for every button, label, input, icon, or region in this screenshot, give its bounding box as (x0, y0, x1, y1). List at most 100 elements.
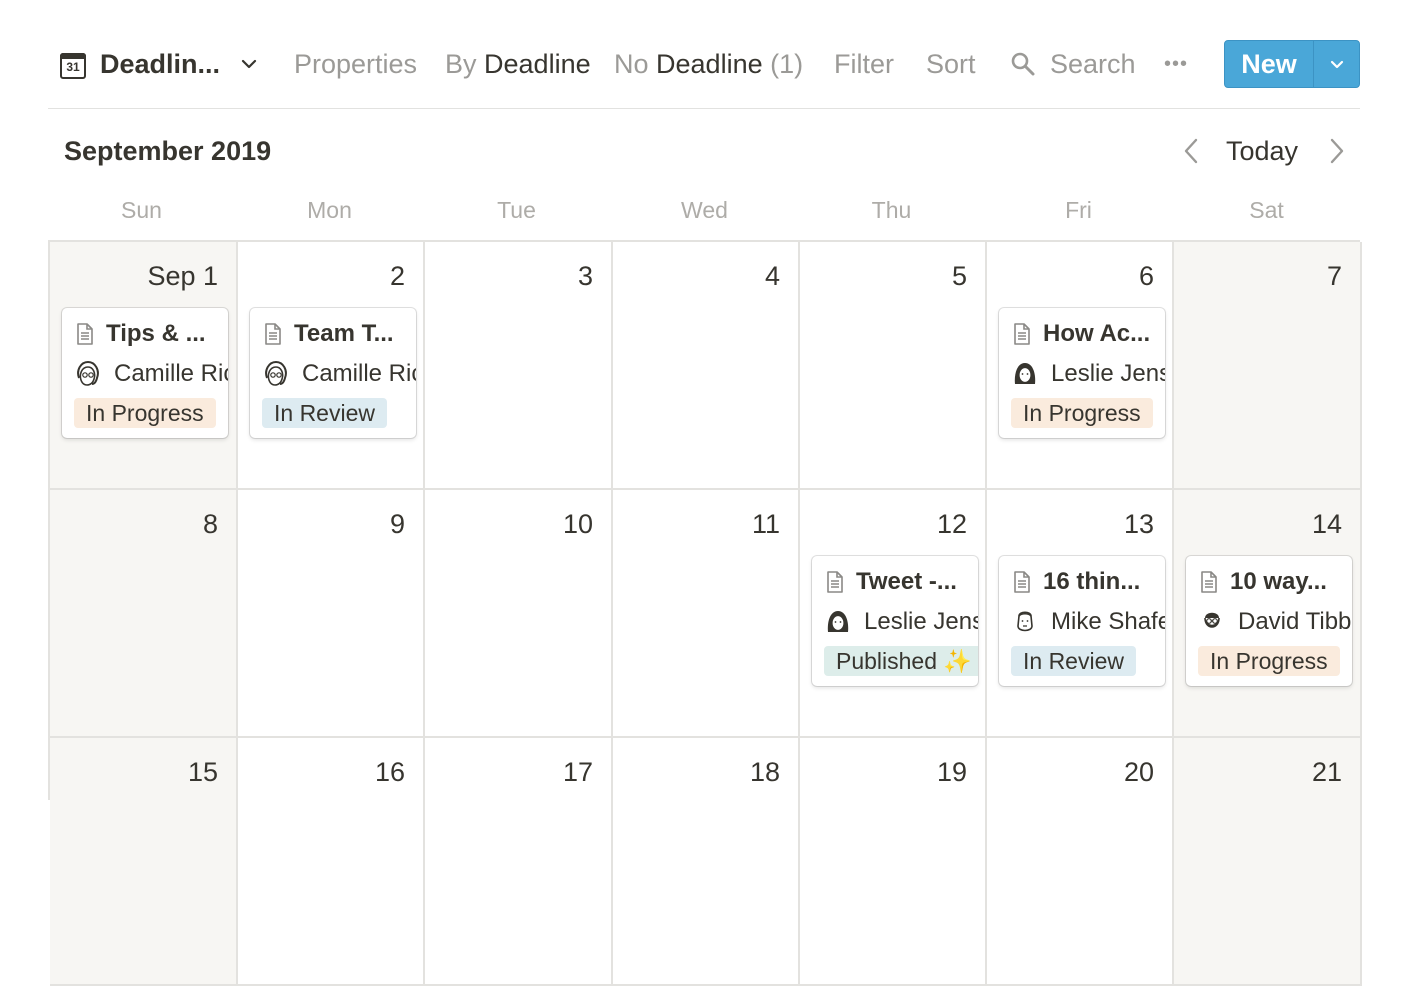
day-number: 14 (1311, 509, 1342, 539)
leslie-avatar (1014, 363, 1036, 384)
day-cell[interactable]: 14 10 way... David Tibbitts In Progress (1174, 490, 1362, 738)
status-badge: In Progress (74, 398, 216, 428)
status-badge: Published ✨ (824, 646, 978, 676)
day-cell[interactable]: 9 (238, 490, 425, 738)
no-deadline-button[interactable]: No Deadline (1) (614, 38, 803, 90)
more-options-button[interactable]: ••• (1164, 38, 1188, 90)
day-cell[interactable]: 12 Tweet -... Leslie Jensen Published ✨ (800, 490, 987, 738)
day-cell[interactable]: 5 (800, 242, 987, 490)
card-title: How Ac... (1043, 320, 1151, 347)
status-badge: In Review (1011, 646, 1136, 676)
search-label: Search (1050, 49, 1136, 79)
david-avatar (1204, 612, 1220, 628)
month-title: September 2019 (64, 136, 272, 166)
day-cell[interactable]: 13 16 thin... Mike Shafer In Review (987, 490, 1174, 738)
new-button-label[interactable]: New (1225, 41, 1313, 87)
calendar-grid: Sep 1 Tips & ... Camille Ricketts In Pro… (48, 240, 1362, 986)
calendar-card[interactable]: How Ac... Leslie Jensen In Progress (999, 308, 1165, 438)
status-badge: In Progress (1011, 398, 1153, 428)
camille-avatar (265, 360, 287, 386)
day-number: 18 (749, 757, 780, 787)
calendar-icon: 31 (60, 51, 86, 79)
search-icon (1011, 52, 1035, 76)
day-cell[interactable]: 8 (50, 490, 238, 738)
page-icon (1014, 323, 1030, 345)
day-number: 21 (1311, 757, 1342, 787)
day-number: 5 (951, 261, 967, 291)
weekday-header: Fri (1065, 197, 1092, 223)
day-number: 19 (936, 757, 967, 787)
weekday-header: Sun (121, 197, 162, 223)
day-cell[interactable]: Sep 1 Tips & ... Camille Ricketts In Pro… (50, 242, 238, 490)
calendar-card[interactable]: Team T... Camille Ricketts In Review (250, 308, 416, 438)
card-person: Leslie Jensen (864, 608, 978, 635)
day-cell[interactable]: 6 How Ac... Leslie Jensen In Progress (987, 242, 1174, 490)
weekday-header: Mon (307, 197, 352, 223)
day-cell[interactable]: 3 (425, 242, 613, 490)
day-cell[interactable]: 20 (987, 738, 1174, 986)
day-number: 2 (389, 261, 405, 291)
calendar-card[interactable]: Tweet -... Leslie Jensen Published ✨ (812, 556, 978, 686)
day-cell[interactable]: 18 (613, 738, 800, 986)
day-number: 11 (751, 509, 780, 539)
card-person: Leslie Jensen (1051, 360, 1165, 387)
toolbar-divider (48, 108, 1360, 109)
card-person: Camille Ricketts (302, 360, 416, 387)
card-title: Tweet -... (856, 568, 957, 595)
new-dropdown-button[interactable] (1314, 41, 1359, 87)
card-person: David Tibbitts (1238, 608, 1352, 635)
today-button[interactable]: Today (1226, 132, 1298, 170)
weekday-header: Tue (497, 197, 536, 223)
next-month-button[interactable] (1322, 132, 1352, 170)
properties-button[interactable]: Properties (294, 38, 417, 90)
by-deadline-button[interactable]: By Deadline (445, 38, 591, 90)
day-cell[interactable]: 4 (613, 242, 800, 490)
day-cell[interactable]: 11 (613, 490, 800, 738)
by-prefix: By (445, 49, 477, 79)
filter-button[interactable]: Filter (834, 38, 894, 90)
mike-avatar (1017, 611, 1033, 632)
day-number: 10 (562, 509, 593, 539)
status-badge: In Progress (1198, 646, 1340, 676)
weekday-header: Sat (1249, 197, 1284, 223)
by-value: Deadline (484, 49, 591, 79)
day-number: Sep 1 (147, 261, 218, 291)
day-cell[interactable]: 2 Team T... Camille Ricketts In Review (238, 242, 425, 490)
page-icon (77, 323, 93, 345)
day-number: 15 (187, 757, 218, 787)
day-number: 13 (1123, 509, 1154, 539)
day-cell[interactable]: 7 (1174, 242, 1362, 490)
chevron-right-icon (1330, 138, 1344, 164)
day-cell[interactable]: 15 (50, 738, 238, 986)
day-number: 8 (202, 509, 218, 539)
card-title: Team T... (294, 320, 394, 347)
card-title: 10 way... (1230, 568, 1327, 595)
search-button[interactable]: Search (1010, 38, 1136, 90)
view-selector[interactable]: 31 Deadlin... (60, 38, 258, 90)
day-number: 12 (936, 509, 967, 539)
camille-avatar (77, 360, 99, 386)
card-title: Tips & ... (106, 320, 206, 347)
sort-button[interactable]: Sort (926, 38, 976, 90)
page-icon (1201, 571, 1217, 593)
weekday-header: Wed (681, 197, 728, 223)
day-cell[interactable]: 19 (800, 738, 987, 986)
previous-month-button[interactable] (1176, 132, 1206, 170)
leslie-avatar (827, 611, 849, 632)
calendar-card[interactable]: Tips & ... Camille Ricketts In Progress (62, 308, 228, 438)
calendar-card[interactable]: 10 way... David Tibbitts In Progress (1186, 556, 1352, 686)
card-person: Camille Ricketts (114, 360, 228, 387)
chevron-down-icon (241, 59, 257, 69)
day-cell[interactable]: 21 (1174, 738, 1362, 986)
day-cell[interactable]: 17 (425, 738, 613, 986)
day-number: 6 (1138, 261, 1154, 291)
day-cell[interactable]: 10 (425, 490, 613, 738)
no-value: Deadline (656, 49, 763, 79)
day-number: 7 (1326, 261, 1342, 291)
day-cell[interactable]: 16 (238, 738, 425, 986)
new-button[interactable]: New (1224, 40, 1360, 88)
calendar-card[interactable]: 16 thin... Mike Shafer In Review (999, 556, 1165, 686)
card-person: Mike Shafer (1051, 608, 1165, 635)
day-number: 4 (764, 261, 780, 291)
page-icon (265, 323, 281, 345)
